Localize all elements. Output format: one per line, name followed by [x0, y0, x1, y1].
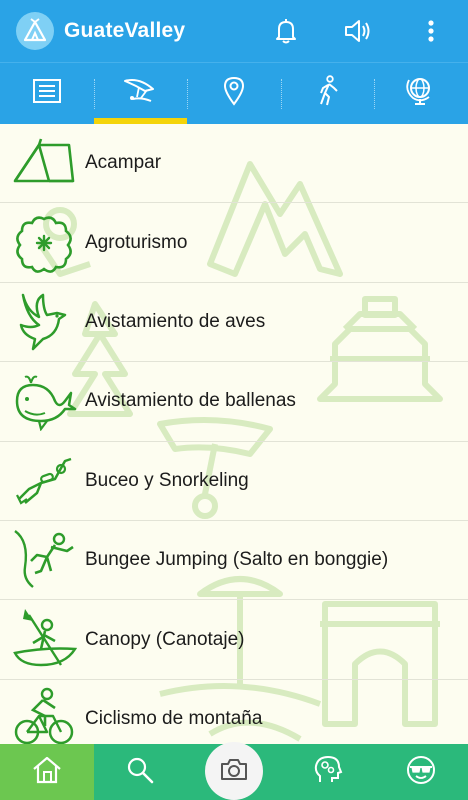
- tab-places[interactable]: [187, 63, 281, 124]
- list-item[interactable]: Bungee Jumping (Salto en bonggie): [0, 521, 468, 601]
- list-item-label: Acampar: [85, 152, 162, 174]
- location-pin-icon: [222, 75, 246, 112]
- list-item[interactable]: Ciclismo de montaña: [0, 680, 468, 744]
- tab-list[interactable]: [0, 63, 94, 124]
- list-icon: [31, 77, 63, 110]
- canoe-icon: [10, 606, 78, 674]
- list-item[interactable]: Avistamiento de ballenas: [0, 362, 468, 442]
- tent-icon: [10, 129, 78, 197]
- app-title: GuateValley: [64, 19, 186, 42]
- globe-icon: [405, 75, 437, 112]
- hang-glider-icon: [121, 75, 159, 112]
- nav-search[interactable]: [94, 744, 188, 800]
- list-item[interactable]: Buceo y Snorkeling: [0, 442, 468, 521]
- tent-logo-icon: [16, 12, 54, 50]
- nav-tips[interactable]: [281, 744, 375, 800]
- bird-icon: [10, 288, 78, 356]
- head-gears-icon: [312, 754, 344, 791]
- list-item-label: Agroturismo: [85, 231, 188, 253]
- sunglasses-face-icon: [405, 754, 437, 791]
- cyclist-icon: [10, 685, 78, 744]
- activity-list: Acampar Agroturismo Avistamiento de aves…: [0, 124, 468, 744]
- camera-button[interactable]: [205, 742, 263, 800]
- list-item[interactable]: Avistamiento de aves: [0, 283, 468, 363]
- category-tab-bar: [0, 62, 468, 124]
- list-item-label: Bungee Jumping (Salto en bonggie): [85, 549, 389, 571]
- tab-adventure[interactable]: [93, 63, 188, 124]
- list-item-label: Ciclismo de montaña: [85, 707, 263, 729]
- more-vert-icon[interactable]: [414, 14, 448, 48]
- list-item[interactable]: Acampar: [0, 124, 468, 204]
- nav-profile[interactable]: [374, 744, 468, 800]
- list-item[interactable]: Agroturismo: [0, 203, 468, 283]
- diver-icon: [10, 447, 78, 515]
- app-bar: GuateValley: [0, 0, 468, 62]
- list-item-label: Avistamiento de aves: [85, 310, 266, 332]
- list-item-label: Canopy (Canotaje): [85, 628, 245, 650]
- tab-world[interactable]: [374, 63, 468, 124]
- list-item[interactable]: Canopy (Canotaje): [0, 600, 468, 680]
- speaker-icon[interactable]: [341, 14, 375, 48]
- list-item-label: Avistamiento de ballenas: [85, 390, 296, 412]
- activity-list-container[interactable]: Acampar Agroturismo Avistamiento de aves…: [0, 124, 468, 744]
- whale-icon: [10, 367, 78, 435]
- tab-walking[interactable]: [280, 63, 375, 124]
- bell-icon[interactable]: [269, 14, 303, 48]
- nav-home[interactable]: [0, 744, 94, 800]
- walking-person-icon: [315, 75, 341, 112]
- camera-icon: [219, 756, 249, 787]
- home-icon: [30, 755, 64, 790]
- list-item-label: Buceo y Snorkeling: [85, 469, 249, 491]
- search-icon: [125, 755, 155, 790]
- flower-icon: [10, 209, 78, 277]
- bungee-jumper-icon: [10, 526, 78, 594]
